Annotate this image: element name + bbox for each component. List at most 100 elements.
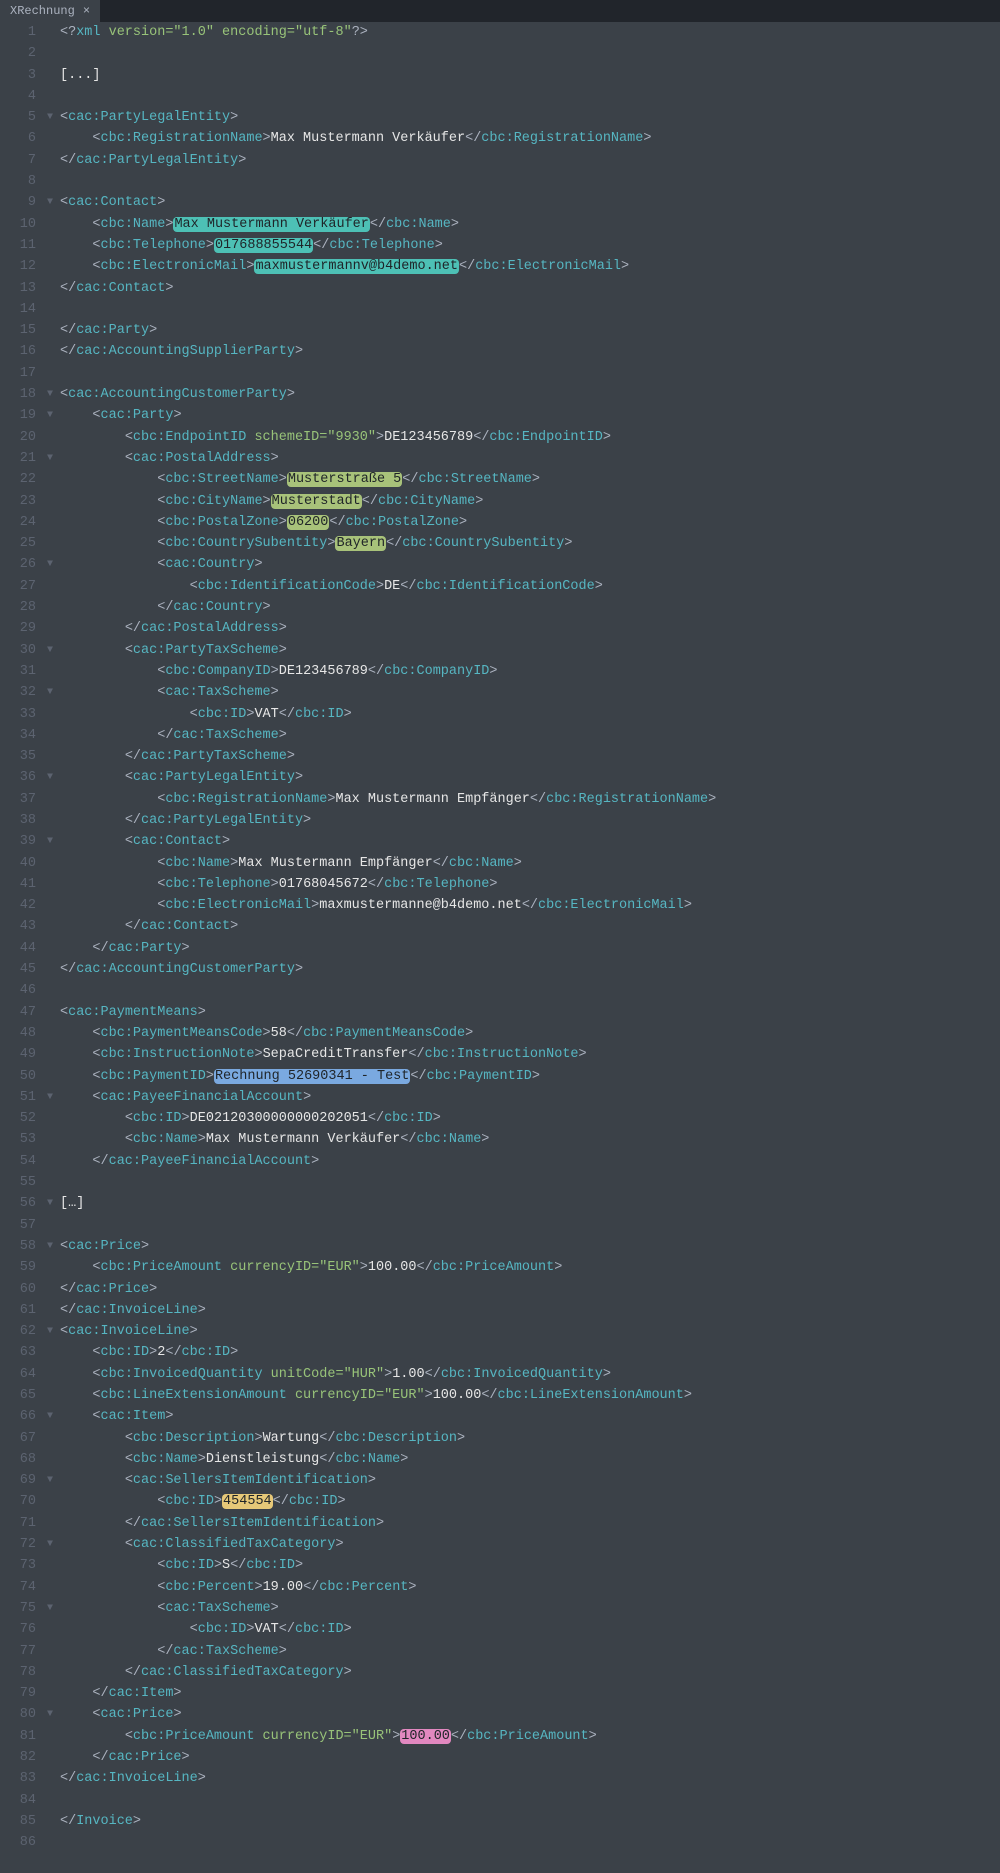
fold-marker[interactable] bbox=[44, 512, 56, 533]
fold-marker[interactable] bbox=[44, 235, 56, 256]
fold-marker[interactable]: ▼ bbox=[44, 1193, 56, 1214]
fold-marker[interactable] bbox=[44, 1215, 56, 1236]
fold-marker[interactable]: ▼ bbox=[44, 1321, 56, 1342]
fold-marker[interactable] bbox=[44, 128, 56, 149]
code-line: <cac:Contact> bbox=[60, 192, 716, 213]
fold-marker[interactable] bbox=[44, 810, 56, 831]
fold-marker[interactable] bbox=[44, 1641, 56, 1662]
fold-marker[interactable] bbox=[44, 320, 56, 341]
fold-marker[interactable] bbox=[44, 1172, 56, 1193]
fold-marker[interactable] bbox=[44, 618, 56, 639]
fold-marker[interactable]: ▼ bbox=[44, 405, 56, 426]
code-line: <cbc:StreetName>Musterstraße 5</cbc:Stre… bbox=[60, 469, 716, 490]
fold-marker[interactable]: ▼ bbox=[44, 1087, 56, 1108]
code-area[interactable]: <?xml version="1.0" encoding="utf-8"?>[.… bbox=[56, 22, 716, 1854]
fold-marker[interactable] bbox=[44, 1129, 56, 1150]
fold-marker[interactable] bbox=[44, 1619, 56, 1640]
fold-marker[interactable] bbox=[44, 1066, 56, 1087]
fold-marker[interactable] bbox=[44, 704, 56, 725]
fold-marker[interactable]: ▼ bbox=[44, 192, 56, 213]
fold-marker[interactable] bbox=[44, 959, 56, 980]
fold-marker[interactable] bbox=[44, 1279, 56, 1300]
fold-marker[interactable] bbox=[44, 1513, 56, 1534]
fold-marker[interactable] bbox=[44, 299, 56, 320]
fold-marker[interactable]: ▼ bbox=[44, 1406, 56, 1427]
fold-marker[interactable] bbox=[44, 853, 56, 874]
line-number: 30 bbox=[0, 640, 36, 661]
fold-marker[interactable] bbox=[44, 1832, 56, 1853]
fold-marker[interactable] bbox=[44, 1428, 56, 1449]
fold-marker[interactable] bbox=[44, 1747, 56, 1768]
fold-marker[interactable] bbox=[44, 256, 56, 277]
fold-marker[interactable]: ▼ bbox=[44, 682, 56, 703]
fold-marker[interactable] bbox=[44, 171, 56, 192]
fold-marker[interactable] bbox=[44, 1726, 56, 1747]
fold-marker[interactable] bbox=[44, 1385, 56, 1406]
fold-marker[interactable] bbox=[44, 1364, 56, 1385]
fold-marker[interactable] bbox=[44, 1449, 56, 1470]
fold-marker[interactable] bbox=[44, 65, 56, 86]
fold-marker[interactable] bbox=[44, 150, 56, 171]
fold-marker[interactable]: ▼ bbox=[44, 1470, 56, 1491]
fold-marker[interactable] bbox=[44, 22, 56, 43]
code-line: <cbc:InvoicedQuantity unitCode="HUR">1.0… bbox=[60, 1364, 716, 1385]
fold-marker[interactable] bbox=[44, 1300, 56, 1321]
fold-marker[interactable] bbox=[44, 491, 56, 512]
fold-marker[interactable]: ▼ bbox=[44, 1236, 56, 1257]
fold-marker[interactable] bbox=[44, 980, 56, 1001]
fold-marker[interactable] bbox=[44, 725, 56, 746]
fold-marker[interactable] bbox=[44, 341, 56, 362]
fold-marker[interactable]: ▼ bbox=[44, 1598, 56, 1619]
fold-marker[interactable] bbox=[44, 1108, 56, 1129]
fold-marker[interactable]: ▼ bbox=[44, 554, 56, 575]
code-editor[interactable]: 1234567891011121314151617181920212223242… bbox=[0, 22, 1000, 1854]
fold-marker[interactable] bbox=[44, 1577, 56, 1598]
fold-marker[interactable] bbox=[44, 278, 56, 299]
fold-marker[interactable] bbox=[44, 938, 56, 959]
fold-marker[interactable] bbox=[44, 363, 56, 384]
fold-marker[interactable] bbox=[44, 86, 56, 107]
fold-marker[interactable]: ▼ bbox=[44, 107, 56, 128]
fold-marker[interactable]: ▼ bbox=[44, 1704, 56, 1725]
fold-marker[interactable] bbox=[44, 43, 56, 64]
fold-marker[interactable] bbox=[44, 1555, 56, 1576]
fold-marker[interactable] bbox=[44, 1811, 56, 1832]
code-line: <cbc:PaymentID>Rechnung 52690341 - Test<… bbox=[60, 1066, 716, 1087]
fold-marker[interactable]: ▼ bbox=[44, 1534, 56, 1555]
fold-marker[interactable]: ▼ bbox=[44, 448, 56, 469]
fold-marker[interactable] bbox=[44, 1151, 56, 1172]
fold-marker[interactable] bbox=[44, 533, 56, 554]
fold-marker[interactable] bbox=[44, 1257, 56, 1278]
fold-marker[interactable]: ▼ bbox=[44, 831, 56, 852]
fold-marker[interactable] bbox=[44, 597, 56, 618]
fold-marker[interactable] bbox=[44, 895, 56, 916]
fold-marker[interactable] bbox=[44, 1662, 56, 1683]
fold-marker[interactable] bbox=[44, 916, 56, 937]
fold-marker[interactable] bbox=[44, 469, 56, 490]
fold-marker[interactable] bbox=[44, 1683, 56, 1704]
fold-marker[interactable] bbox=[44, 427, 56, 448]
fold-marker[interactable]: ▼ bbox=[44, 640, 56, 661]
fold-marker[interactable]: ▼ bbox=[44, 767, 56, 788]
line-number: 51 bbox=[0, 1087, 36, 1108]
fold-marker[interactable] bbox=[44, 1002, 56, 1023]
line-number: 31 bbox=[0, 661, 36, 682]
fold-marker[interactable] bbox=[44, 874, 56, 895]
fold-marker[interactable] bbox=[44, 661, 56, 682]
fold-marker[interactable] bbox=[44, 1768, 56, 1789]
fold-marker[interactable] bbox=[44, 1491, 56, 1512]
fold-marker[interactable] bbox=[44, 1044, 56, 1065]
fold-marker[interactable] bbox=[44, 1342, 56, 1363]
line-number: 33 bbox=[0, 704, 36, 725]
tab-xrechnung[interactable]: XRechnung × bbox=[0, 0, 100, 22]
fold-marker[interactable] bbox=[44, 1023, 56, 1044]
line-number: 14 bbox=[0, 299, 36, 320]
fold-marker[interactable] bbox=[44, 746, 56, 767]
fold-marker[interactable] bbox=[44, 214, 56, 235]
fold-marker[interactable] bbox=[44, 789, 56, 810]
tab-label: XRechnung bbox=[10, 4, 75, 18]
fold-marker[interactable]: ▼ bbox=[44, 384, 56, 405]
fold-marker[interactable] bbox=[44, 1790, 56, 1811]
fold-marker[interactable] bbox=[44, 576, 56, 597]
close-icon[interactable]: × bbox=[83, 5, 90, 17]
